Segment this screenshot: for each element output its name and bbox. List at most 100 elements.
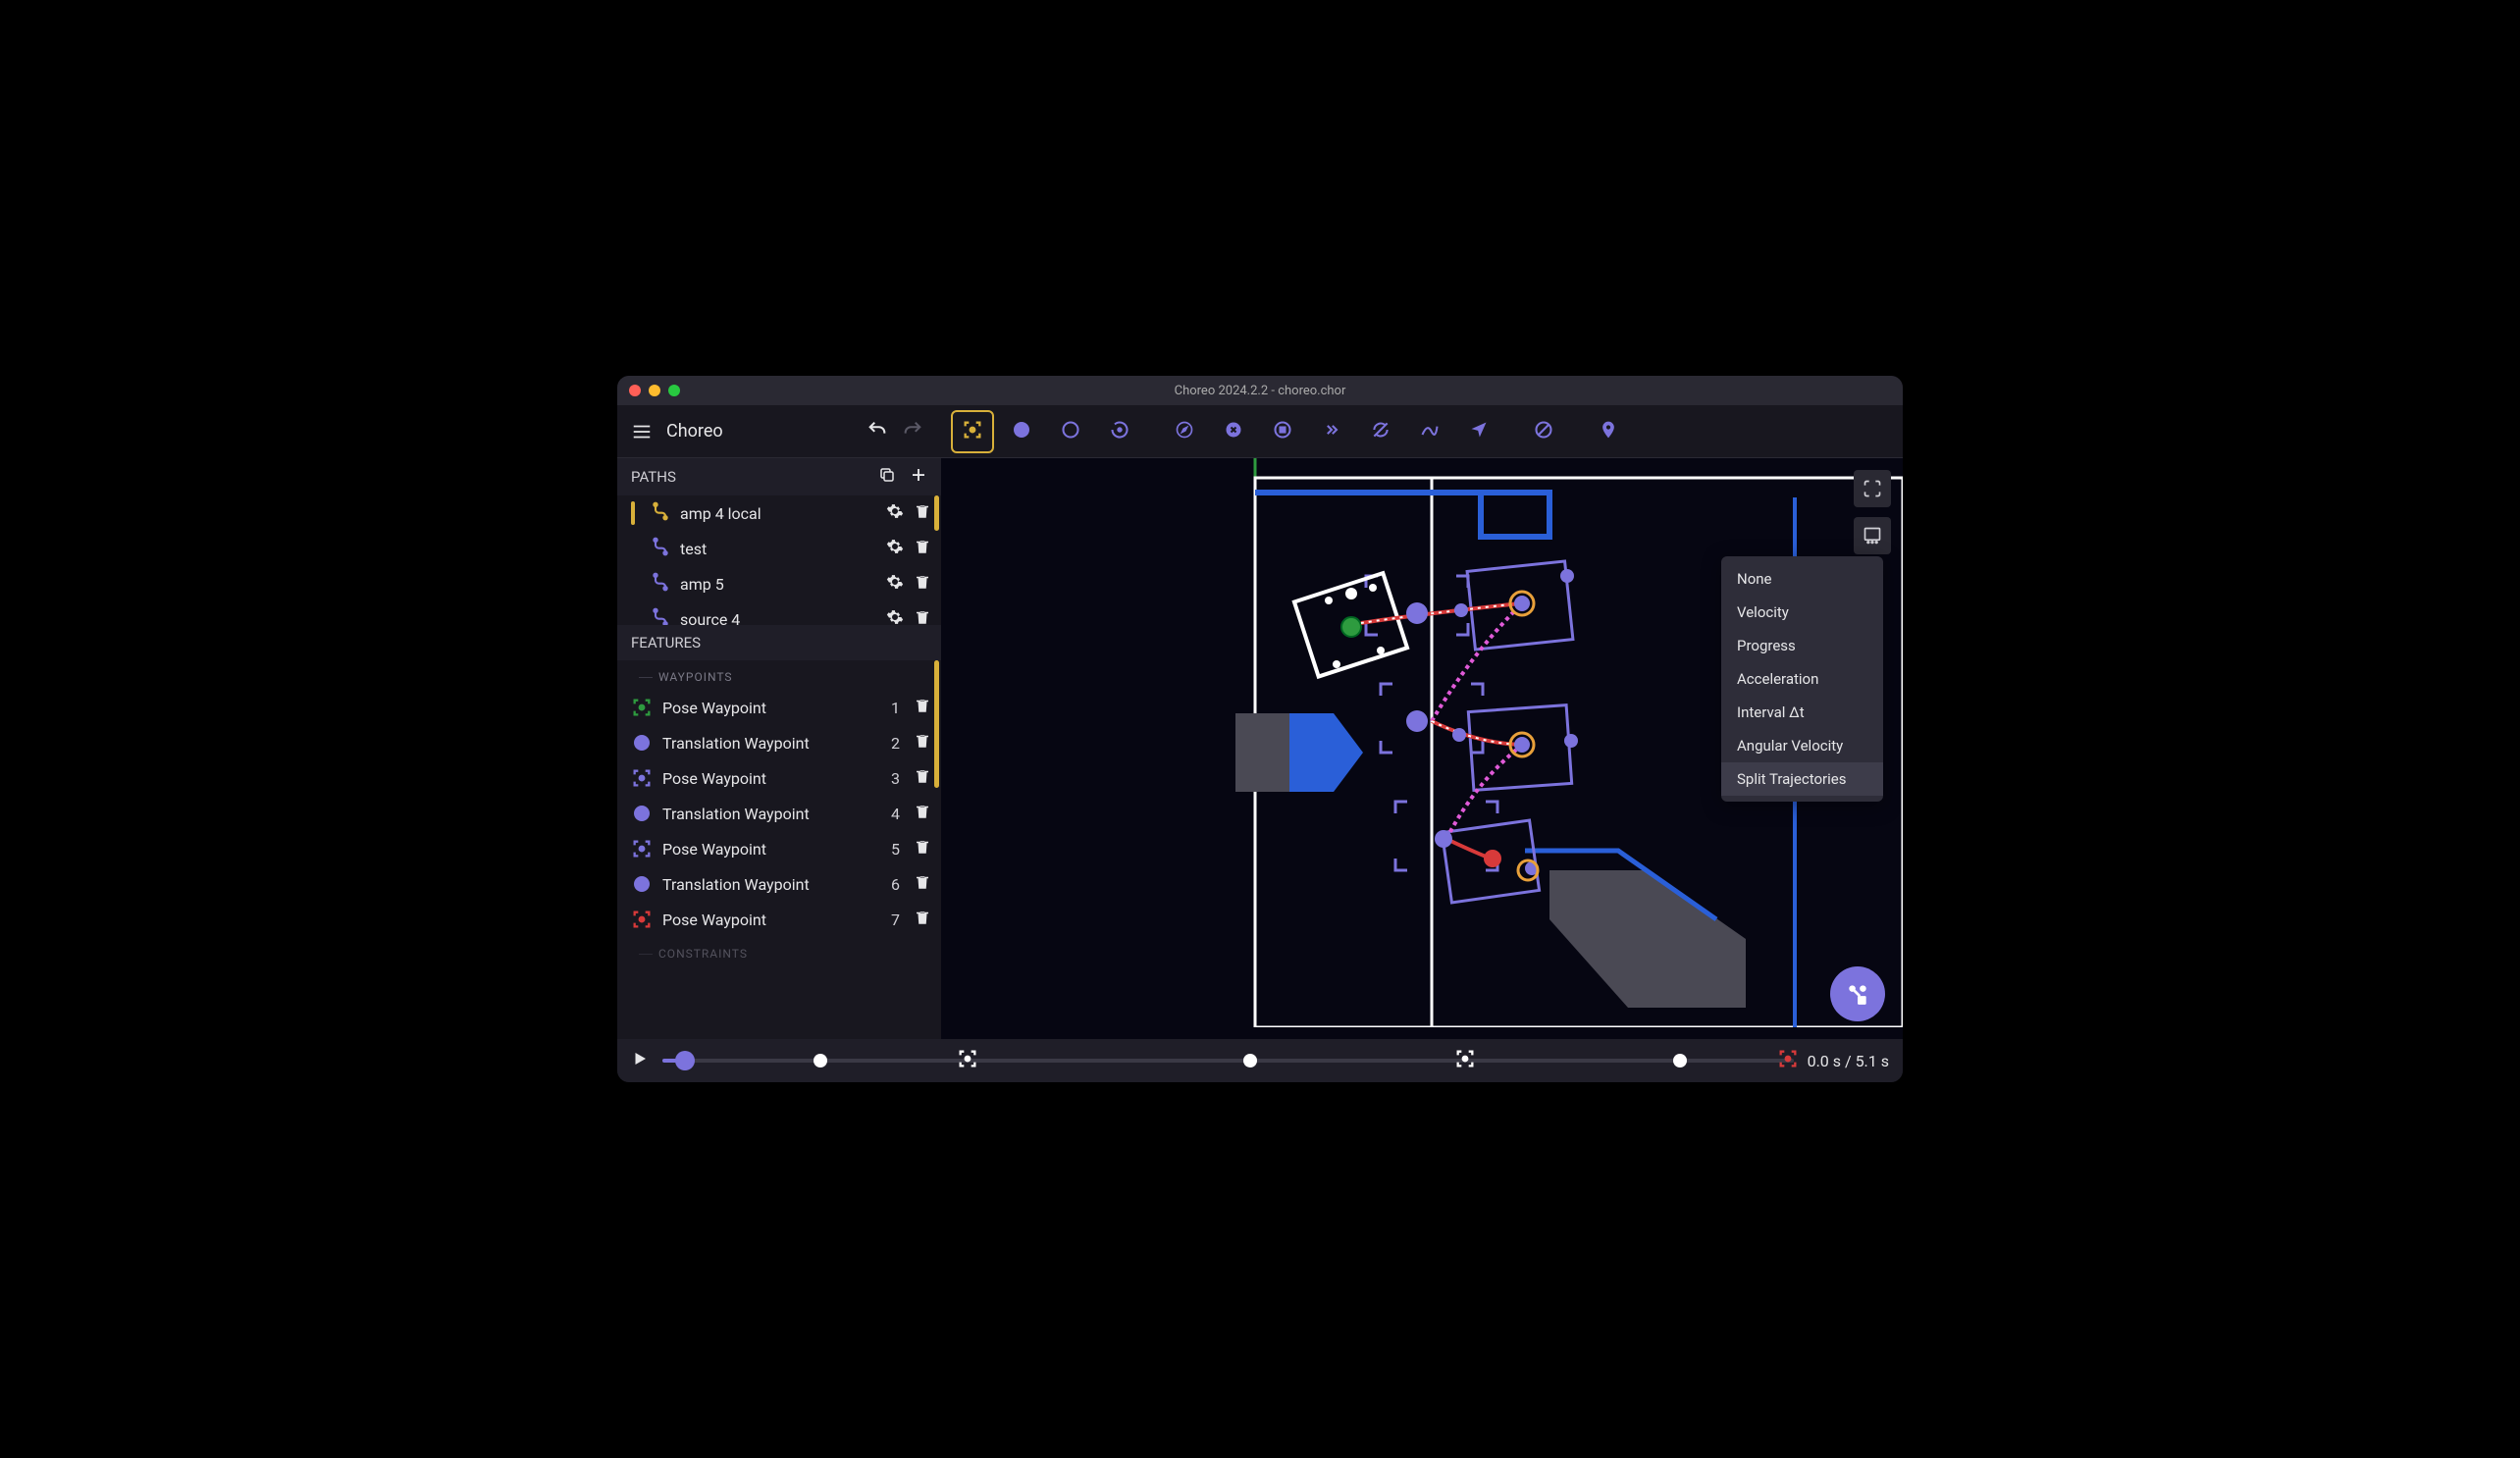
timeline-marker[interactable]	[1243, 1054, 1257, 1067]
path-settings-button[interactable]	[886, 538, 904, 559]
top-row-left: Choreo	[617, 419, 941, 444]
skip-tool[interactable]	[1310, 410, 1353, 453]
timeline-thumb[interactable]	[675, 1051, 695, 1070]
paths-header: PATHS	[617, 458, 941, 495]
app-name: Choreo	[666, 421, 857, 442]
pose-box-icon	[631, 697, 653, 718]
path-item[interactable]: amp 4 local	[617, 495, 941, 531]
pose-box-icon	[631, 909, 653, 930]
path-name: amp 5	[680, 575, 876, 594]
app-window: Choreo 2024.2.2 - choreo.chor Choreo PAT…	[617, 376, 1903, 1082]
maximize-window-button[interactable]	[668, 385, 680, 396]
timeline-marker[interactable]	[814, 1054, 827, 1067]
menu-button[interactable]	[631, 421, 653, 443]
waypoint-item[interactable]: Translation Waypoint 6	[617, 866, 941, 902]
pin-tool[interactable]	[1587, 410, 1630, 453]
forbid-tool[interactable]	[1522, 410, 1565, 453]
rotate-icon	[1110, 420, 1129, 443]
path-settings-button[interactable]	[886, 573, 904, 595]
fit-view-button[interactable]	[1854, 470, 1891, 507]
target-tool[interactable]	[1261, 410, 1304, 453]
spline-tool[interactable]	[1408, 410, 1451, 453]
add-path-button[interactable]	[910, 466, 927, 488]
circle-fill-icon	[631, 804, 653, 823]
waypoint-delete-button[interactable]	[914, 697, 931, 718]
menu-item[interactable]: Split Trajectories	[1721, 762, 1883, 796]
pose-waypoint-tool[interactable]	[951, 410, 994, 453]
no-sync-tool[interactable]	[1359, 410, 1402, 453]
heading-tool[interactable]	[1163, 410, 1206, 453]
waypoint-delete-button[interactable]	[914, 803, 931, 824]
waypoint-label: Translation Waypoint	[662, 805, 872, 823]
translation-waypoint-tool[interactable]	[1000, 410, 1043, 453]
timeline-marker[interactable]	[957, 1048, 978, 1073]
generate-button[interactable]	[1830, 966, 1885, 1021]
window-title: Choreo 2024.2.2 - choreo.chor	[617, 384, 1903, 398]
waypoint-index: 3	[882, 769, 900, 788]
timeline-track[interactable]	[662, 1059, 1794, 1063]
path-delete-button[interactable]	[914, 502, 931, 524]
nav-tool[interactable]	[1457, 410, 1500, 453]
minimize-window-button[interactable]	[649, 385, 660, 396]
menu-item[interactable]: Velocity	[1721, 596, 1883, 629]
waypoint-index: 7	[882, 911, 900, 929]
path-delete-button[interactable]	[914, 573, 931, 595]
timeline-marker[interactable]	[1454, 1048, 1476, 1073]
waypoints-list: WAYPOINTS Pose Waypoint 1 Translation Wa…	[617, 660, 941, 1039]
menu-item[interactable]: None	[1721, 562, 1883, 596]
waypoint-item[interactable]: Pose Waypoint 7	[617, 902, 941, 937]
waypoint-delete-button[interactable]	[914, 909, 931, 930]
waypoint-label: Translation Waypoint	[662, 875, 872, 894]
path-delete-button[interactable]	[914, 608, 931, 625]
path-settings-button[interactable]	[886, 608, 904, 625]
waypoints-scrollbar[interactable]	[934, 660, 939, 788]
path-item[interactable]: amp 5	[617, 566, 941, 601]
top-row: Choreo	[617, 405, 1903, 458]
canvas[interactable]: NoneVelocityProgressAccelerationInterval…	[941, 458, 1903, 1039]
path-item[interactable]: source 4	[617, 601, 941, 625]
path-delete-button[interactable]	[914, 538, 931, 559]
redo-button[interactable]	[902, 419, 923, 444]
canvas-tools	[1854, 470, 1891, 554]
menu-item[interactable]: Angular Velocity	[1721, 729, 1883, 762]
waypoint-delete-button[interactable]	[914, 873, 931, 895]
close-window-button[interactable]	[629, 385, 641, 396]
pose-box-icon	[962, 419, 983, 444]
menu-item[interactable]: Interval Δt	[1721, 696, 1883, 729]
waypoint-item[interactable]: Pose Waypoint 1	[617, 690, 941, 725]
rotate-tool[interactable]	[1098, 410, 1141, 453]
navigate-icon	[1469, 420, 1489, 443]
timeline-marker[interactable]	[1673, 1054, 1687, 1067]
waypoint-label: Pose Waypoint	[662, 699, 872, 717]
waypoint-delete-button[interactable]	[914, 732, 931, 754]
undo-redo-group	[866, 419, 923, 444]
spline-icon	[1420, 420, 1440, 443]
waypoint-item[interactable]: Pose Waypoint 5	[617, 831, 941, 866]
waypoint-delete-button[interactable]	[914, 838, 931, 859]
stop-tool[interactable]	[1212, 410, 1255, 453]
circle-fill-icon	[631, 874, 653, 894]
traffic-lights	[629, 385, 680, 396]
waypoint-item[interactable]: Translation Waypoint 2	[617, 725, 941, 760]
copy-path-button[interactable]	[878, 466, 896, 488]
waypoint-item[interactable]: Translation Waypoint 4	[617, 796, 941, 831]
path-item[interactable]: test	[617, 531, 941, 566]
timeline-marker[interactable]	[1777, 1048, 1799, 1073]
path-settings-button[interactable]	[886, 502, 904, 524]
menu-item[interactable]: Progress	[1721, 629, 1883, 662]
waypoint-label: Translation Waypoint	[662, 734, 872, 753]
forbid-icon	[1534, 420, 1553, 443]
undo-button[interactable]	[866, 419, 888, 444]
waypoint-delete-button[interactable]	[914, 767, 931, 789]
play-button[interactable]	[631, 1050, 649, 1071]
menu-item[interactable]: Acceleration	[1721, 662, 1883, 696]
waypoint-index: 2	[882, 734, 900, 753]
chevrons-icon	[1322, 420, 1341, 443]
paths-list: amp 4 local test amp 5 source 4	[617, 495, 941, 625]
waypoint-item[interactable]: Pose Waypoint 3	[617, 760, 941, 796]
compass-icon	[1175, 420, 1194, 443]
nosync-icon	[1371, 420, 1391, 443]
empty-waypoint-tool[interactable]	[1049, 410, 1092, 453]
grid-toggle-button[interactable]	[1854, 517, 1891, 554]
toolbar	[941, 410, 1630, 453]
